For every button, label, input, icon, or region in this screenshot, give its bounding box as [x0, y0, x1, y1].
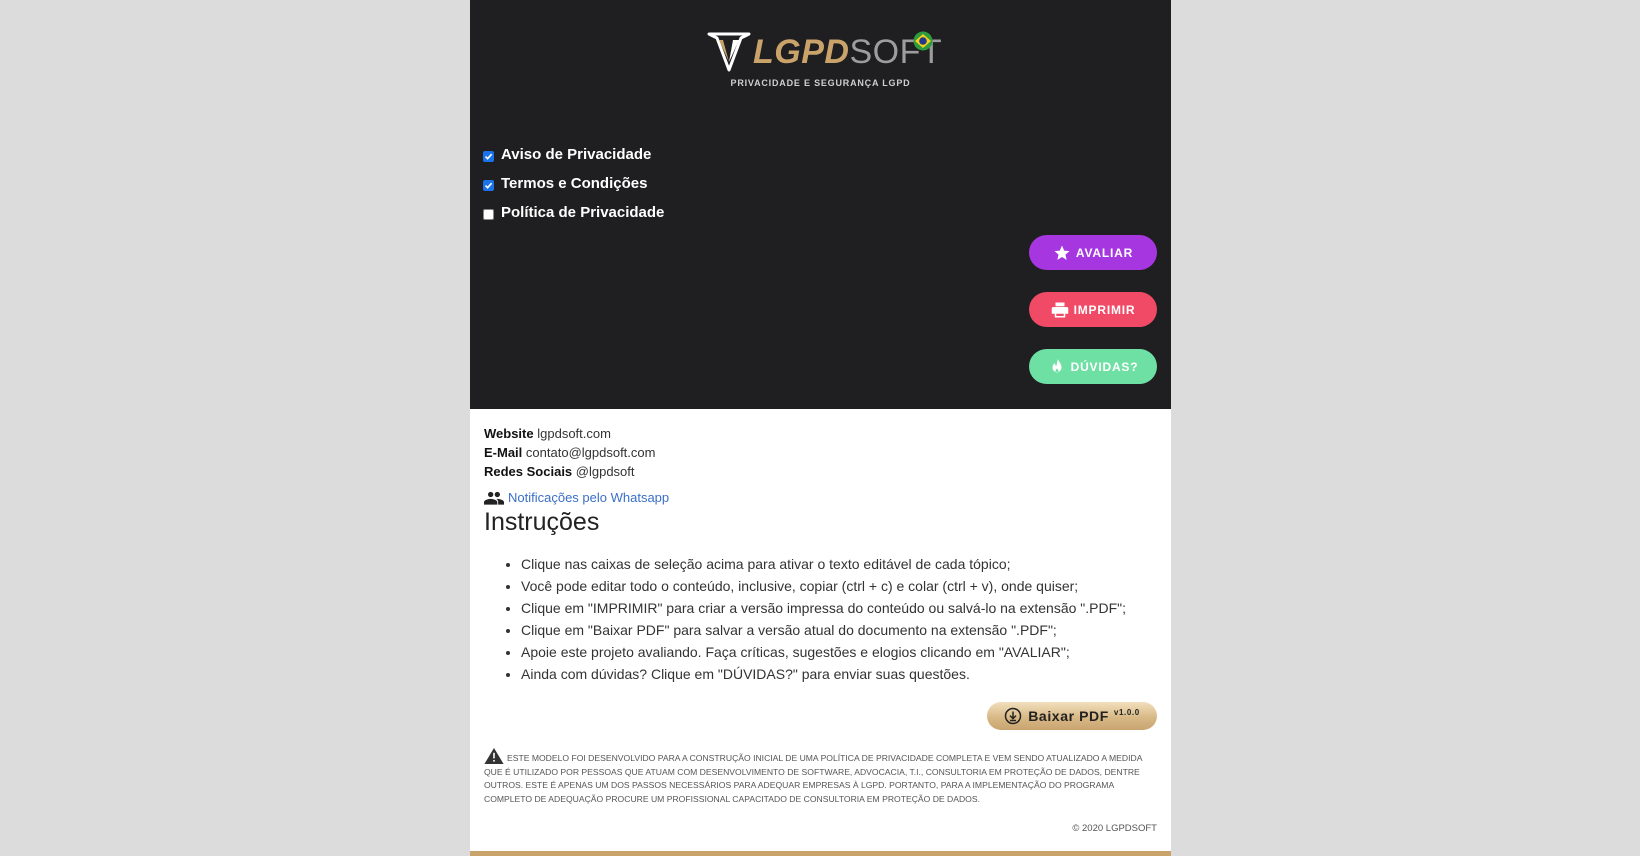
- email-label: E-Mail: [484, 445, 523, 460]
- checkbox-row-aviso[interactable]: Aviso de Privacidade: [483, 140, 664, 169]
- avaliar-button[interactable]: AVALIAR: [1029, 235, 1157, 270]
- flame-icon: [1052, 358, 1062, 373]
- checkbox-label: Política de Privacidade: [501, 204, 665, 221]
- whatsapp-link-text[interactable]: Notificações pelo Whatsapp: [508, 490, 669, 505]
- download-circle-icon: [1004, 707, 1022, 725]
- imprimir-button-label: IMPRIMIR: [1073, 302, 1136, 317]
- email-value: contato@lgpdsoft.com: [525, 445, 656, 460]
- social-label: Redes Sociais: [484, 464, 573, 479]
- checkbox-label: Aviso de Privacidade: [501, 146, 652, 163]
- checkbox-checked-icon[interactable]: [483, 179, 494, 191]
- contact-info: Website lgpdsoft.com E-Mail contato@lgpd…: [484, 424, 655, 481]
- people-icon: [484, 491, 504, 505]
- imprimir-button[interactable]: IMPRIMIR: [1029, 292, 1157, 327]
- website-line: Website lgpdsoft.com: [484, 424, 655, 443]
- download-pdf-button[interactable]: Baixar PDF v1.0.0: [987, 702, 1157, 730]
- social-value: @lgpdsoft: [575, 464, 635, 479]
- lgpdsoft-logo: LGPDSOFT: [707, 28, 942, 78]
- warning-icon: [484, 748, 504, 764]
- checkbox-row-termos[interactable]: Termos e Condições: [483, 169, 664, 198]
- instruction-item: Apoie este projeto avaliando. Faça críti…: [521, 641, 1126, 663]
- email-line: E-Mail contato@lgpdsoft.com: [484, 443, 655, 462]
- instruction-item: Clique em "IMPRIMIR" para criar a versão…: [521, 597, 1126, 619]
- page-container: LGPDSOFT PRIVACIDADE E SEGURANÇA LGPD Av…: [470, 0, 1171, 856]
- footer-gold-line: [470, 851, 1171, 856]
- duvidas-button[interactable]: DÚVIDAS?: [1029, 349, 1157, 384]
- whatsapp-notification-link[interactable]: Notificações pelo Whatsapp: [484, 490, 669, 505]
- logo-text-lgpd: LGPD: [753, 33, 850, 71]
- checkbox-unchecked-icon[interactable]: [483, 208, 494, 220]
- download-pdf-label: Baixar PDF: [1028, 708, 1109, 724]
- instructions-heading: Instruções: [484, 508, 600, 536]
- instruction-item: Clique nas caixas de seleção acima para …: [521, 553, 1126, 575]
- shield-logo-icon: [707, 32, 751, 72]
- document-checklist: Aviso de Privacidade Termos e Condições …: [483, 140, 664, 227]
- instruction-item: Clique em "Baixar PDF" para salvar a ver…: [521, 619, 1126, 641]
- logo-tagline: PRIVACIDADE E SEGURANÇA LGPD: [730, 78, 911, 88]
- avaliar-button-label: AVALIAR: [1075, 245, 1134, 260]
- star-icon: [1054, 245, 1070, 260]
- website-value: lgpdsoft.com: [537, 426, 611, 441]
- instruction-item: Você pode editar todo o conteúdo, inclus…: [521, 575, 1126, 597]
- brazil-flag-icon: [913, 31, 933, 51]
- copyright-text: © 2020 LGPDSOFT: [1072, 823, 1157, 834]
- instructions-list: Clique nas caixas de seleção acima para …: [506, 553, 1126, 685]
- duvidas-button-label: DÚVIDAS?: [1070, 359, 1139, 374]
- instruction-item: Ainda com dúvidas? Clique em "DÚVIDAS?" …: [521, 663, 1126, 685]
- checkbox-label: Termos e Condições: [501, 175, 648, 192]
- checkbox-row-politica[interactable]: Política de Privacidade: [483, 198, 664, 227]
- version-label: v1.0.0: [1113, 707, 1140, 717]
- printer-icon: [1051, 302, 1068, 317]
- social-line: Redes Sociais @lgpdsoft: [484, 462, 655, 481]
- disclaimer-text: Este modelo foi desenvolvido para a cons…: [484, 748, 1158, 806]
- website-label: Website: [484, 426, 534, 441]
- header-panel: LGPDSOFT PRIVACIDADE E SEGURANÇA LGPD Av…: [470, 0, 1171, 409]
- disclaimer-body: Este modelo foi desenvolvido para a cons…: [484, 753, 1142, 804]
- checkbox-checked-icon[interactable]: [483, 150, 494, 162]
